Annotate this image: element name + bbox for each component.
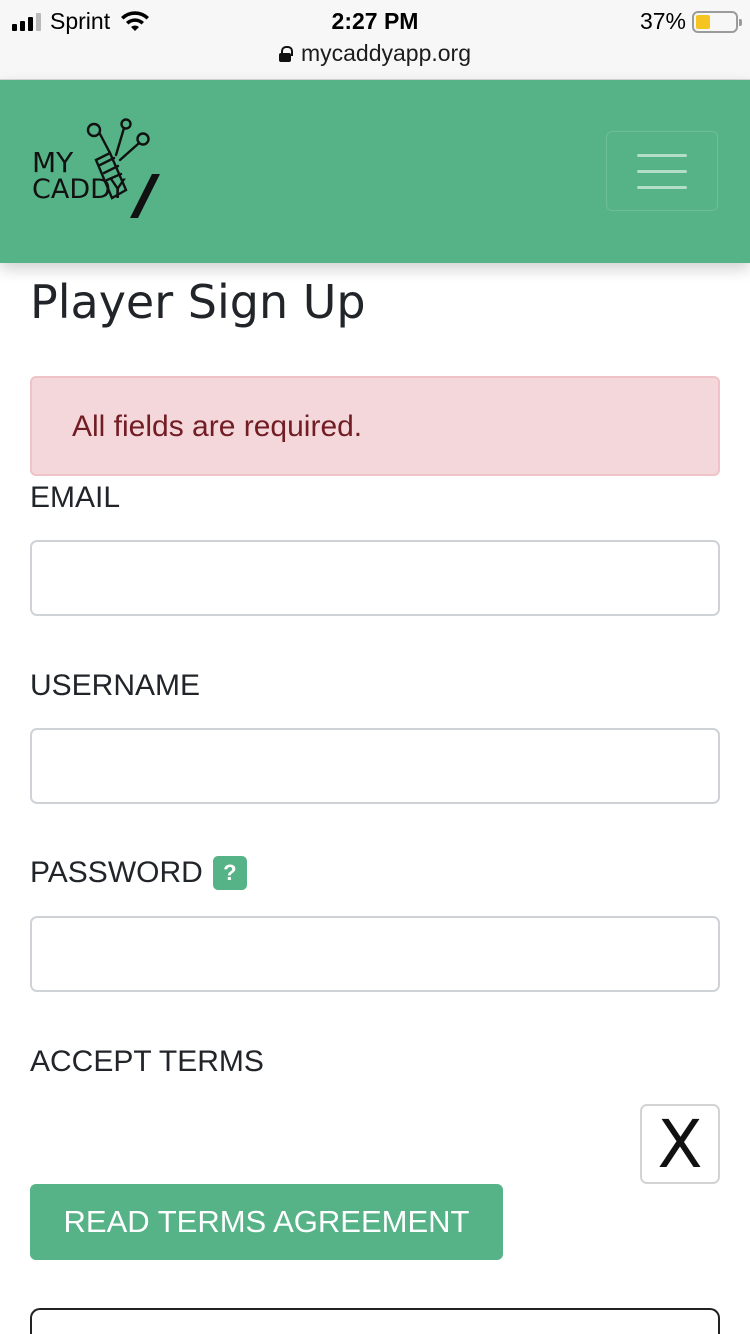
battery-percent: 37% xyxy=(639,8,686,34)
clock: 2:27 PM xyxy=(331,8,419,34)
navbar: MY CADDY xyxy=(0,80,750,263)
password-field[interactable] xyxy=(30,916,720,992)
accept-terms-label: ACCEPT TERMS xyxy=(30,1045,264,1079)
url-text: mycaddyapp.org xyxy=(300,40,472,66)
status-right: 37% xyxy=(639,8,742,35)
hamburger-icon-line-2 xyxy=(637,170,687,173)
email-field[interactable] xyxy=(30,540,720,616)
hamburger-icon-line-1 xyxy=(637,154,687,157)
read-terms-button[interactable]: READ TERMS AGREEMENT xyxy=(30,1184,503,1260)
battery-icon xyxy=(692,10,742,33)
password-label-text: PASSWORD xyxy=(30,856,203,889)
next-field-partial[interactable] xyxy=(30,1308,720,1334)
page-title: Player Sign Up xyxy=(30,275,366,329)
error-alert: All fields are required. xyxy=(30,376,720,476)
password-help-icon[interactable]: ? xyxy=(212,856,247,890)
address-bar[interactable]: mycaddyapp.org xyxy=(0,40,750,67)
mycaddy-logo[interactable]: MY CADDY xyxy=(28,118,168,228)
email-label: EMAIL xyxy=(30,481,120,515)
accept-terms-label-text: ACCEPT TERMS xyxy=(30,1045,264,1078)
password-label: PASSWORD ? xyxy=(30,856,247,890)
status-bar: Sprint 2:27 PM 37% mycaddyapp.org xyxy=(0,0,750,80)
accept-terms-checkbox[interactable]: X xyxy=(640,1104,720,1184)
username-field[interactable] xyxy=(30,728,720,804)
username-label: USERNAME xyxy=(30,669,200,703)
email-label-text: EMAIL xyxy=(30,481,121,514)
username-label-text: USERNAME xyxy=(30,669,201,702)
menu-toggle-button[interactable] xyxy=(606,131,718,211)
hamburger-icon-line-3 xyxy=(637,186,687,189)
lock-icon xyxy=(278,45,293,62)
